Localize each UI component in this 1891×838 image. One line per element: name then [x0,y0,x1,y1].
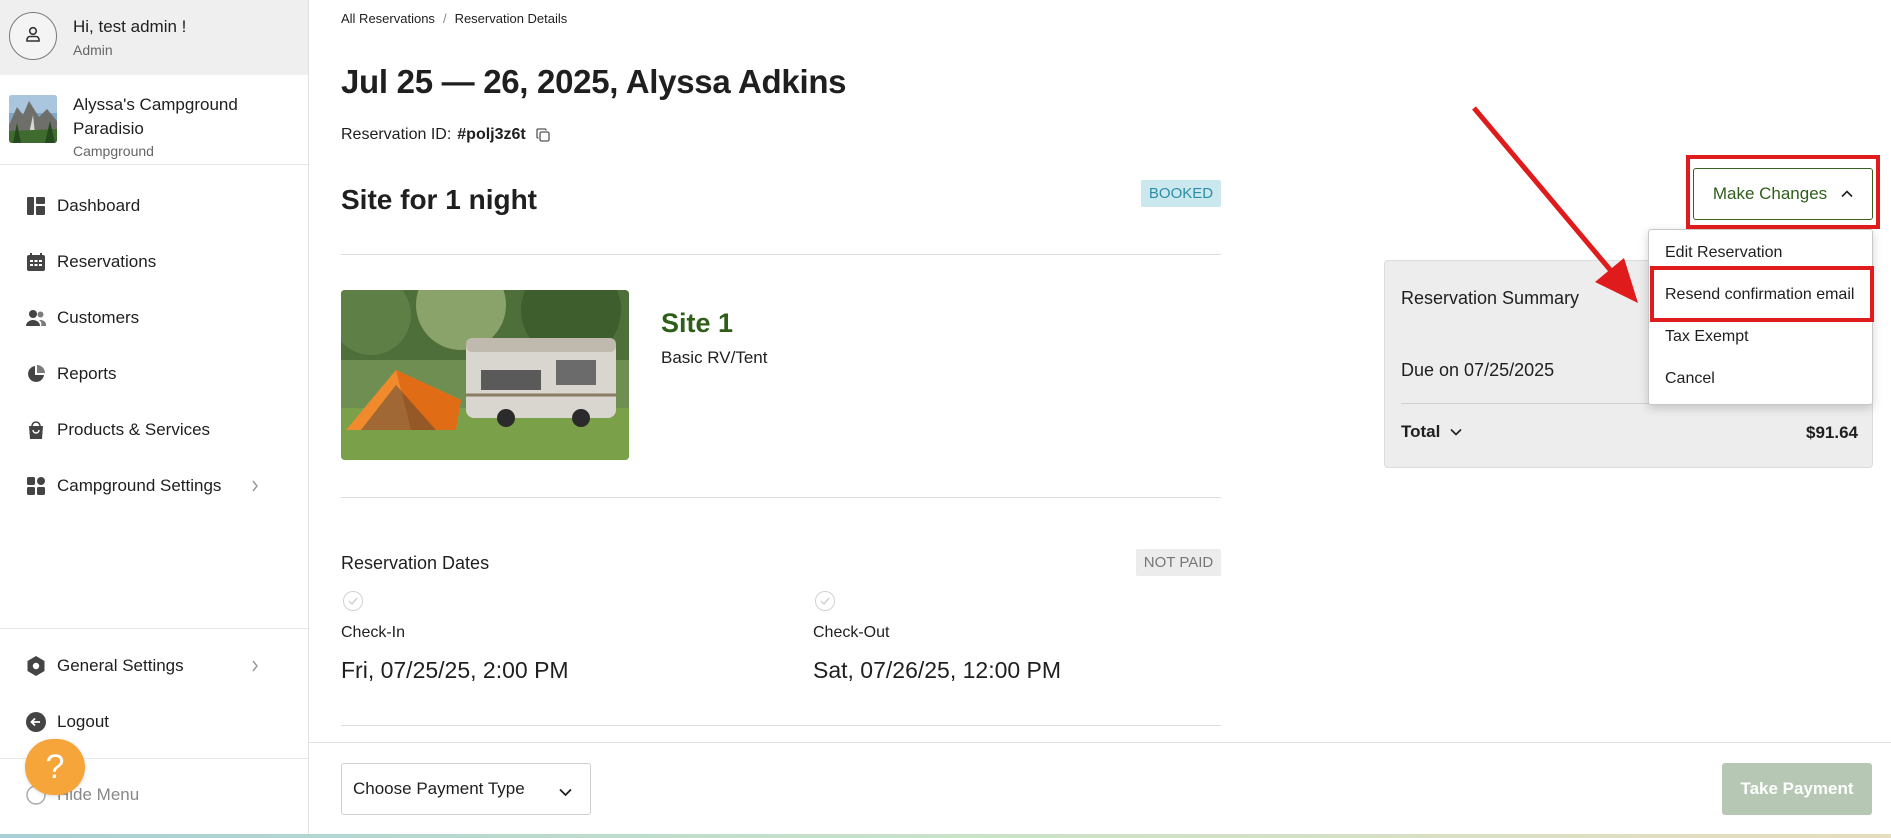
reservation-dates-title: Reservation Dates [341,553,490,573]
user-icon [24,25,42,48]
bottom-accent-line [0,834,1891,838]
check-out-status-icon [815,591,835,611]
nav-item-label: Products & Services [57,420,211,439]
user-greeting: Hi, test admin ! [73,17,187,36]
total-label: Total [1401,422,1441,441]
chevron-right-icon [248,659,262,673]
grid-icon [26,476,46,496]
avatar[interactable] [9,12,57,60]
nav-item-label: Dashboard [57,196,141,215]
menu-item-tax-exempt[interactable]: Tax Exempt [1665,328,1749,346]
payment-type-select[interactable]: Choose Payment Type [341,763,591,815]
site-name[interactable]: Site 1 [661,308,733,339]
question-mark-icon: ? [45,747,65,786]
site-type: Basic RV/Tent [661,348,768,367]
logout-icon [26,712,46,732]
reservation-id-label: Reservation ID: [341,126,452,143]
divider [341,725,1221,726]
campground-thumbnail [9,95,57,143]
status-badge-booked: BOOKED [1141,180,1221,207]
users-icon [26,308,46,328]
payment-type-value: Choose Payment Type [353,779,525,798]
check-in-status-icon [343,591,363,611]
nav-item-label: Reports [57,364,117,383]
reservation-id-value: #polj3z6t [457,126,526,143]
nav-item-general-settings[interactable]: General Settings [0,642,308,690]
chevron-right-icon [248,479,262,493]
sidebar-divider [0,628,308,629]
annotation-box-make-changes [1686,155,1880,229]
nav-item-label: General Settings [57,656,184,675]
total-value: $91.64 [1806,423,1858,442]
breadcrumb-link-all-reservations[interactable]: All Reservations [341,11,435,26]
payment-status-badge: NOT PAID [1136,549,1221,576]
divider [341,497,1221,498]
nav-item-products-services[interactable]: Products & Services [0,406,308,454]
campground-type: Campground [73,143,154,159]
menu-item-cancel[interactable]: Cancel [1665,370,1715,388]
user-role: Admin [73,42,113,58]
chevron-down-icon [1450,428,1462,436]
site-photo [341,290,629,460]
site-section-title: Site for 1 night [341,184,537,215]
breadcrumb: All Reservations / Reservation Details [341,11,567,26]
summary-title: Reservation Summary [1401,288,1580,308]
menu-item-edit-reservation[interactable]: Edit Reservation [1665,244,1782,262]
nav-item-label: Reservations [57,252,157,271]
summary-due-date: Due on 07/25/2025 [1401,360,1555,380]
divider [341,254,1221,255]
nav-item-reservations[interactable]: Reservations [0,238,308,286]
hexagon-gear-icon [26,656,46,676]
nav-item-campground-settings[interactable]: Campground Settings [0,462,308,510]
nav-item-customers[interactable]: Customers [0,294,308,342]
page-title: Jul 25 — 26, 2025, Alyssa Adkins [341,63,847,100]
calendar-icon [26,252,46,272]
nav-item-label: Campground Settings [57,476,222,495]
breadcrumb-current: Reservation Details [454,11,568,26]
reservation-id: Reservation ID: #polj3z6t [341,126,550,144]
nav-item-dashboard[interactable]: Dashboard [0,182,308,230]
user-profile[interactable]: Hi, test admin ! Admin [0,0,308,75]
help-button[interactable]: ? [25,739,85,795]
pie-chart-icon [26,364,46,384]
take-payment-button[interactable]: Take Payment [1722,763,1872,815]
dashboard-icon [26,196,46,216]
check-in-value: Fri, 07/25/25, 2:00 PM [341,657,569,683]
check-out-label: Check-Out [813,624,890,641]
payment-bar: Choose Payment Type Take Payment [309,742,1891,834]
shopping-bag-icon [26,420,46,440]
copy-icon[interactable] [536,128,550,142]
campground-switcher[interactable]: Alyssa's Campground Paradisio Campground [0,75,308,165]
total-toggle[interactable]: Total [1401,422,1462,442]
nav-item-label: Logout [57,712,109,731]
chevron-down-icon [559,782,572,802]
annotation-box-resend-email [1650,266,1874,322]
campground-name: Alyssa's Campground Paradisio [73,95,238,138]
check-in-label: Check-In [341,624,406,641]
check-out-value: Sat, 07/26/25, 12:00 PM [813,657,1062,683]
breadcrumb-separator: / [442,11,447,26]
sidebar: Hi, test admin ! Admin Alyssa's Campgrou… [0,0,309,838]
nav-item-reports[interactable]: Reports [0,350,308,398]
nav-item-label: Customers [57,308,140,327]
